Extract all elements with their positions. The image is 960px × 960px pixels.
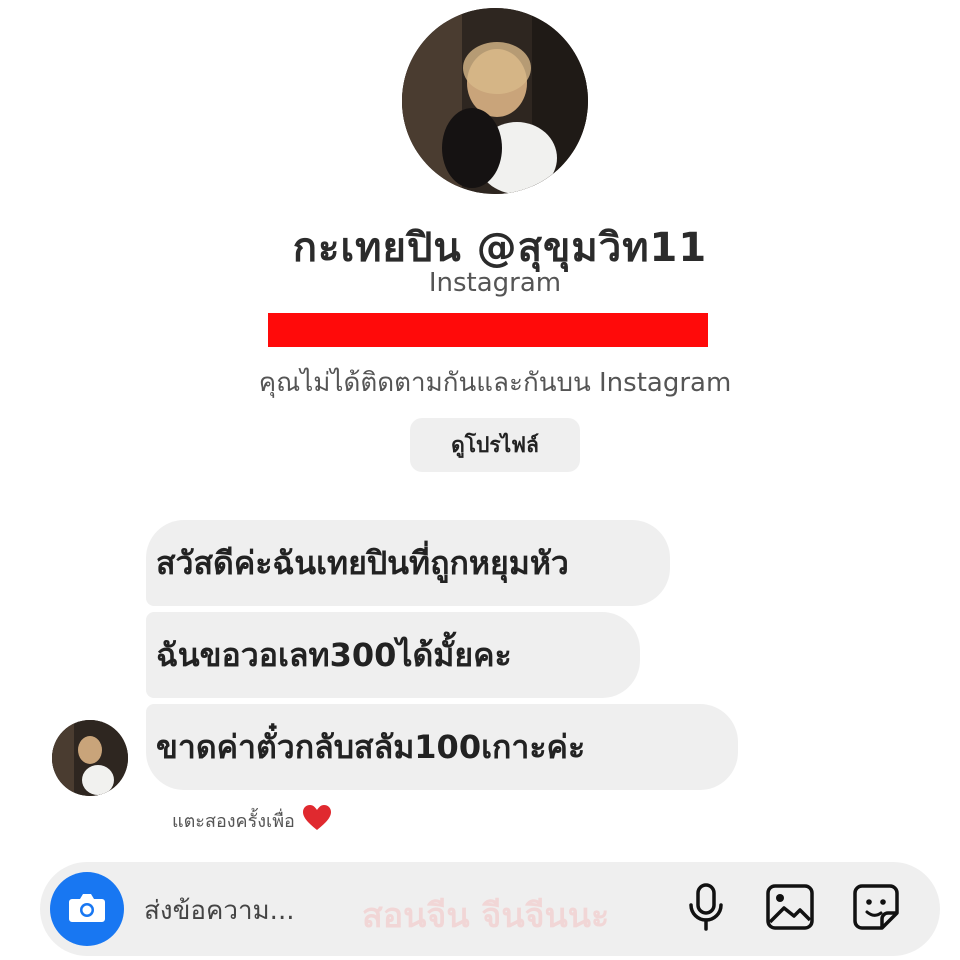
- message-input[interactable]: [142, 886, 666, 936]
- message-bubble[interactable]: ฉันขอวอเลท300ได้มั้ยคะ: [146, 612, 640, 698]
- profile-photo: [402, 8, 588, 194]
- message-bubble[interactable]: สวัสดีค่ะฉันเทยปินที่ถูกหยุมหัว: [146, 520, 670, 606]
- sender-avatar[interactable]: [52, 720, 128, 796]
- view-profile-button[interactable]: ดูโปรไฟล์: [410, 418, 580, 472]
- gallery-button[interactable]: [762, 881, 818, 937]
- microphone-button[interactable]: [678, 881, 734, 937]
- reaction-hint-text: แตะสองครั้งเพื่อ: [172, 811, 295, 832]
- profile-avatar[interactable]: [402, 8, 588, 194]
- sticker-button[interactable]: [848, 881, 904, 937]
- camera-icon: [68, 891, 106, 927]
- sender-photo: [52, 720, 128, 796]
- message-bubble[interactable]: ขาดค่าตั๋วกลับสลัม100เกาะค่ะ: [146, 704, 738, 790]
- follow-status: คุณไม่ได้ติดตามกันและกันบน Instagram: [258, 368, 732, 398]
- profile-platform: Instagram: [428, 268, 562, 298]
- redaction-bar: [268, 313, 708, 347]
- message-text: ขาดค่าตั๋วกลับสลัม100เกาะค่ะ: [156, 727, 586, 766]
- message-text: สวัสดีค่ะฉันเทยปินที่ถูกหยุมหัว: [156, 543, 569, 582]
- message-text: ฉันขอวอเลท300ได้มั้ยคะ: [156, 635, 512, 674]
- sticker-icon: [852, 883, 900, 935]
- heart-icon[interactable]: [302, 805, 331, 836]
- reaction-hint: แตะสองครั้งเพื่อ: [172, 805, 331, 836]
- microphone-icon: [686, 883, 726, 935]
- camera-button[interactable]: [50, 872, 124, 946]
- gallery-icon: [766, 884, 814, 934]
